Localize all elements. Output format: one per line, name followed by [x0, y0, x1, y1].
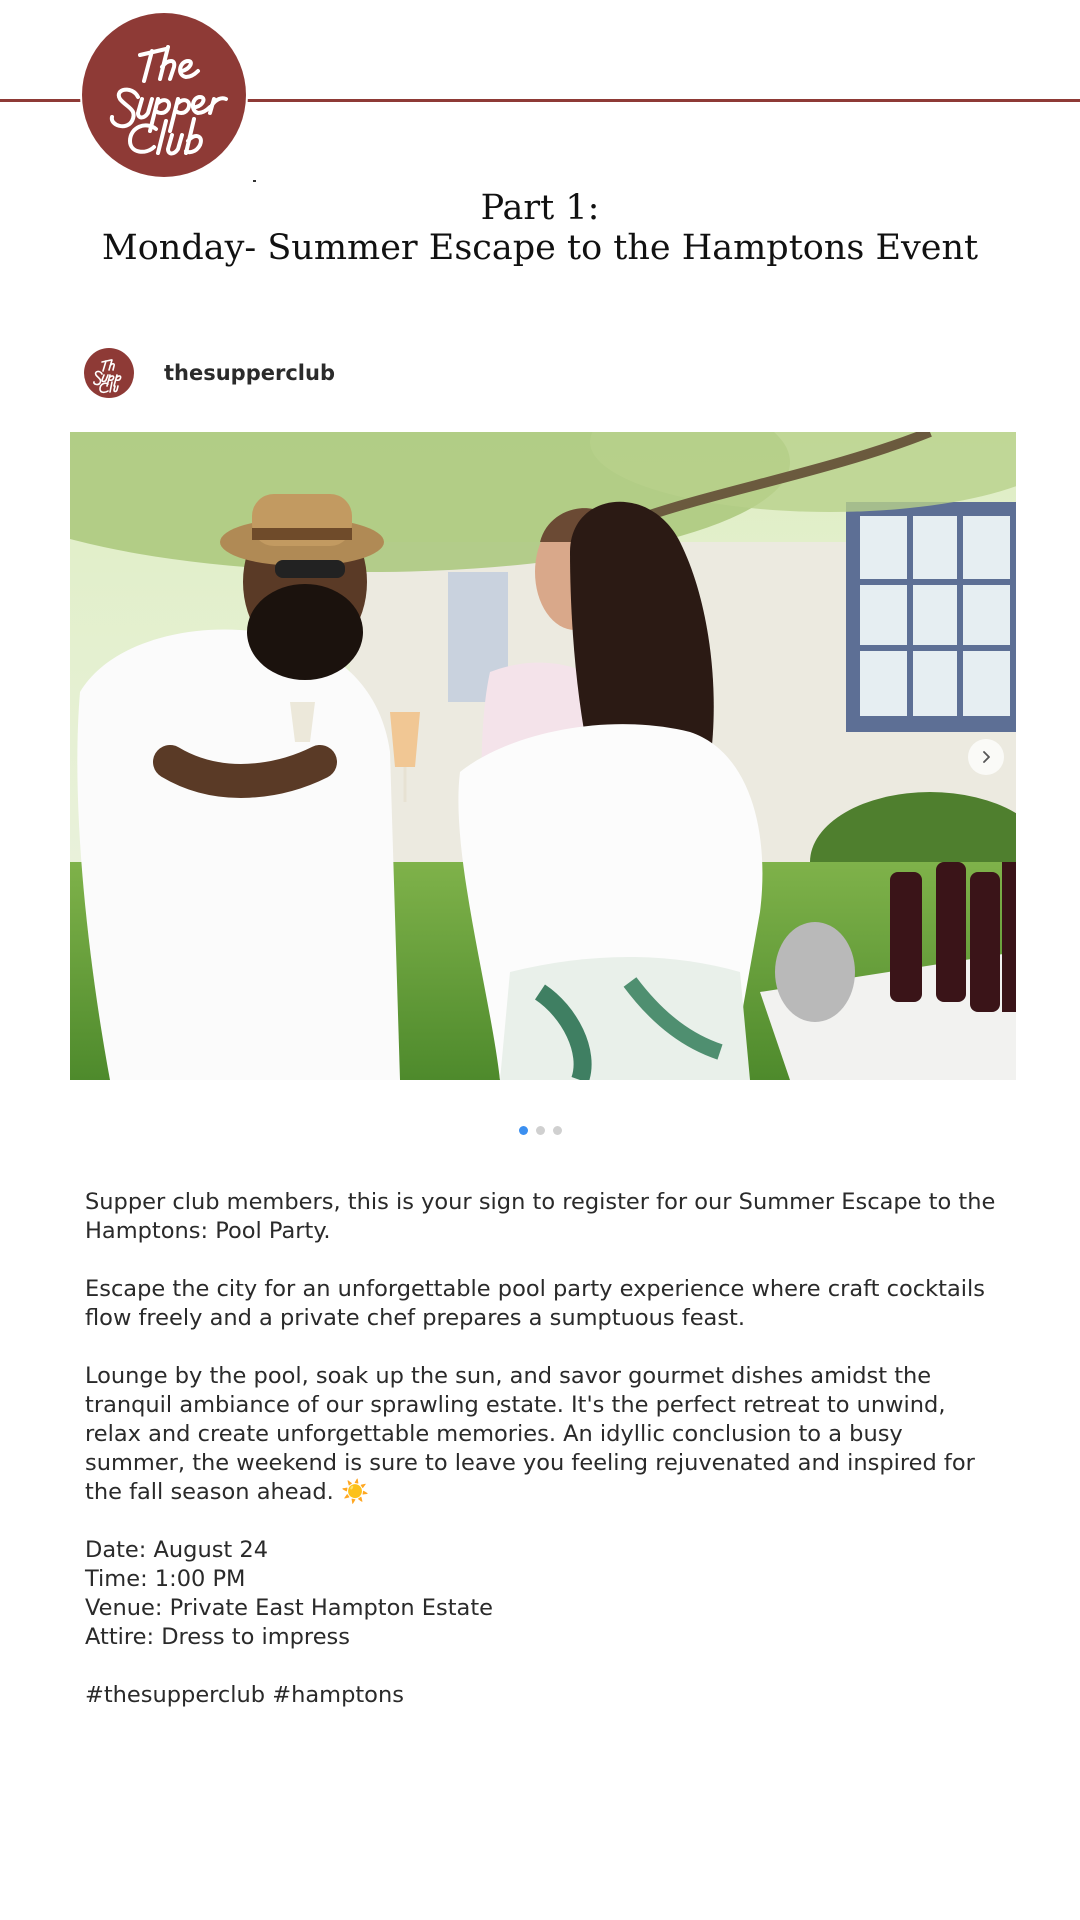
carousel-indicators — [0, 1126, 1080, 1135]
avatar[interactable] — [84, 348, 134, 398]
carousel-next-button[interactable] — [968, 739, 1004, 775]
event-time: Time: 1:00 PM — [85, 1566, 246, 1592]
supper-club-logo-icon — [93, 359, 122, 394]
title-line-2: Monday- Summer Escape to the Hamptons Ev… — [101, 228, 979, 268]
sun-emoji-icon: ☀️ — [340, 1479, 369, 1505]
caption-text: Lounge by the pool, soak up the sun, and… — [85, 1363, 975, 1505]
post-username[interactable]: thesupperclub — [164, 361, 335, 385]
hashtag-link[interactable]: #hamptons — [272, 1682, 404, 1708]
event-details: Date: August 24 Time: 1:00 PM Venue: Pri… — [85, 1536, 1005, 1652]
caption-paragraph: Lounge by the pool, soak up the sun, and… — [85, 1362, 1005, 1507]
caption-paragraph: Escape the city for an unforgettable poo… — [85, 1276, 986, 1331]
event-attire: Attire: Dress to impress — [85, 1624, 350, 1650]
page-title: Part 1: Monday- Summer Escape to the Ham… — [0, 188, 1080, 268]
carousel-dot[interactable] — [552, 1126, 562, 1135]
carousel-dot[interactable] — [518, 1126, 528, 1135]
chevron-right-icon — [983, 751, 990, 763]
title-line-1: Part 1: — [480, 188, 600, 228]
event-date: Date: August 24 — [85, 1537, 269, 1563]
hashtag-link[interactable]: #thesupperclub — [85, 1682, 265, 1708]
post-caption: Supper club members, this is your sign t… — [85, 1188, 1005, 1739]
event-venue: Venue: Private East Hampton Estate — [85, 1595, 493, 1621]
caption-paragraph: Supper club members, this is your sign t… — [85, 1189, 996, 1244]
post-photo — [70, 432, 1016, 1080]
supper-club-logo — [82, 13, 246, 177]
hashtags: #thesupperclub #hamptons — [85, 1681, 1005, 1710]
carousel-dot[interactable] — [535, 1126, 545, 1135]
supper-club-logo-icon — [109, 45, 228, 156]
party-photo-image — [70, 432, 1016, 1080]
post-header: thesupperclub — [84, 348, 335, 398]
stray-mark — [253, 180, 256, 182]
